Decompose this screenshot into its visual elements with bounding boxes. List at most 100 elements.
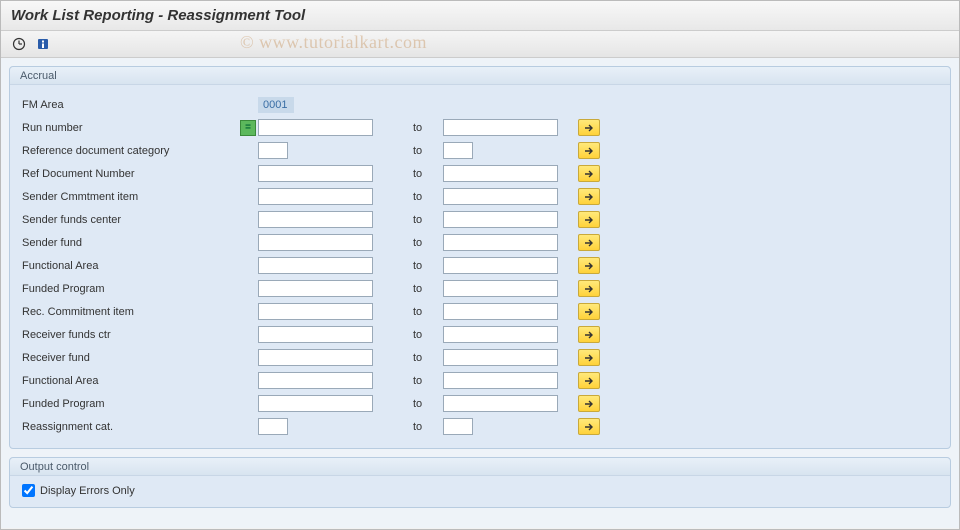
- multiple-selection-button[interactable]: [578, 372, 600, 389]
- from-input[interactable]: [258, 349, 373, 366]
- criteria-row: Run number= to: [22, 116, 938, 139]
- to-input[interactable]: [443, 303, 558, 320]
- fm-area-value: 0001: [258, 97, 294, 113]
- to-input[interactable]: [443, 280, 558, 297]
- multiple-selection-button[interactable]: [578, 211, 600, 228]
- from-input[interactable]: [258, 326, 373, 343]
- to-input[interactable]: [443, 188, 558, 205]
- criteria-row: Rec. Commitment itemto: [22, 300, 938, 323]
- multiple-selection-button[interactable]: [578, 418, 600, 435]
- from-input[interactable]: [258, 372, 373, 389]
- from-input[interactable]: [258, 142, 288, 159]
- toolbar: © www.tutorialkart.com: [1, 31, 959, 58]
- watermark: © www.tutorialkart.com: [240, 32, 427, 53]
- criteria-row: Reference document category to: [22, 139, 938, 162]
- to-label: to: [413, 283, 443, 295]
- from-input[interactable]: [258, 119, 373, 136]
- title-bar: Work List Reporting - Reassignment Tool: [1, 1, 959, 31]
- field-label: Sender funds center: [22, 214, 240, 226]
- from-input[interactable]: [258, 257, 373, 274]
- from-input[interactable]: [258, 395, 373, 412]
- criteria-row: Functional Areato: [22, 254, 938, 277]
- to-input[interactable]: [443, 119, 558, 136]
- to-label: to: [413, 237, 443, 249]
- arrow-right-icon: [584, 147, 594, 155]
- criteria-row: Receiver fund to: [22, 346, 938, 369]
- to-input[interactable]: [443, 211, 558, 228]
- arrow-right-icon: [584, 354, 594, 362]
- display-errors-row: Display Errors Only: [22, 484, 938, 497]
- multiple-selection-button[interactable]: [578, 142, 600, 159]
- arrow-right-icon: [584, 262, 594, 270]
- from-input[interactable]: [258, 165, 373, 182]
- criteria-row: Sender fundto: [22, 231, 938, 254]
- to-input[interactable]: [443, 234, 558, 251]
- to-input[interactable]: [443, 142, 473, 159]
- criteria-row: Reassignment cat. to: [22, 415, 938, 438]
- display-errors-label: Display Errors Only: [40, 485, 135, 497]
- field-label: Reassignment cat.: [22, 421, 240, 433]
- from-input[interactable]: [258, 211, 373, 228]
- field-label: Run number: [22, 122, 240, 134]
- to-input[interactable]: [443, 372, 558, 389]
- criteria-row: Functional Areato: [22, 369, 938, 392]
- info-icon: [36, 37, 50, 51]
- field-label: Receiver fund: [22, 352, 240, 364]
- arrow-right-icon: [584, 193, 594, 201]
- to-label: to: [413, 329, 443, 341]
- info-button[interactable]: [33, 35, 53, 53]
- to-label: to: [413, 122, 443, 134]
- equals-icon[interactable]: =: [240, 120, 256, 136]
- multiple-selection-button[interactable]: [578, 349, 600, 366]
- multiple-selection-button[interactable]: [578, 234, 600, 251]
- display-errors-checkbox[interactable]: [22, 484, 35, 497]
- criteria-row: Sender funds center to: [22, 208, 938, 231]
- to-label: to: [413, 214, 443, 226]
- multiple-selection-button[interactable]: [578, 326, 600, 343]
- to-label: to: [413, 375, 443, 387]
- to-input[interactable]: [443, 395, 558, 412]
- content-area: Accrual FM Area 0001 Run number=toRefere…: [1, 58, 959, 528]
- from-input[interactable]: [258, 188, 373, 205]
- accrual-group: Accrual FM Area 0001 Run number=toRefere…: [9, 66, 951, 449]
- arrow-right-icon: [584, 400, 594, 408]
- field-label: Sender Cmmtment item: [22, 191, 240, 203]
- to-label: to: [413, 145, 443, 157]
- multiple-selection-button[interactable]: [578, 257, 600, 274]
- to-input[interactable]: [443, 349, 558, 366]
- arrow-right-icon: [584, 216, 594, 224]
- field-label: Reference document category: [22, 145, 240, 157]
- to-input[interactable]: [443, 326, 558, 343]
- arrow-right-icon: [584, 331, 594, 339]
- multiple-selection-button[interactable]: [578, 188, 600, 205]
- multiple-selection-button[interactable]: [578, 165, 600, 182]
- criteria-row: Receiver funds ctr to: [22, 323, 938, 346]
- to-input[interactable]: [443, 165, 558, 182]
- multiple-selection-button[interactable]: [578, 395, 600, 412]
- arrow-right-icon: [584, 285, 594, 293]
- field-label: Rec. Commitment item: [22, 306, 240, 318]
- from-input[interactable]: [258, 234, 373, 251]
- fm-area-row: FM Area 0001: [22, 93, 938, 116]
- output-control-group: Output control Display Errors Only: [9, 457, 951, 508]
- field-label: Receiver funds ctr: [22, 329, 240, 341]
- from-input[interactable]: [258, 303, 373, 320]
- to-label: to: [413, 352, 443, 364]
- to-input[interactable]: [443, 418, 473, 435]
- from-input[interactable]: [258, 280, 373, 297]
- execute-button[interactable]: [9, 35, 29, 53]
- to-label: to: [413, 421, 443, 433]
- criteria-row: Ref Document Numberto: [22, 162, 938, 185]
- multiple-selection-button[interactable]: [578, 280, 600, 297]
- multiple-selection-button[interactable]: [578, 303, 600, 320]
- group-legend: Output control: [10, 458, 950, 476]
- to-label: to: [413, 398, 443, 410]
- arrow-right-icon: [584, 308, 594, 316]
- criteria-row: Sender Cmmtment item to: [22, 185, 938, 208]
- from-input[interactable]: [258, 418, 288, 435]
- multiple-selection-button[interactable]: [578, 119, 600, 136]
- group-legend: Accrual: [10, 67, 950, 85]
- to-input[interactable]: [443, 257, 558, 274]
- to-label: to: [413, 191, 443, 203]
- arrow-right-icon: [584, 170, 594, 178]
